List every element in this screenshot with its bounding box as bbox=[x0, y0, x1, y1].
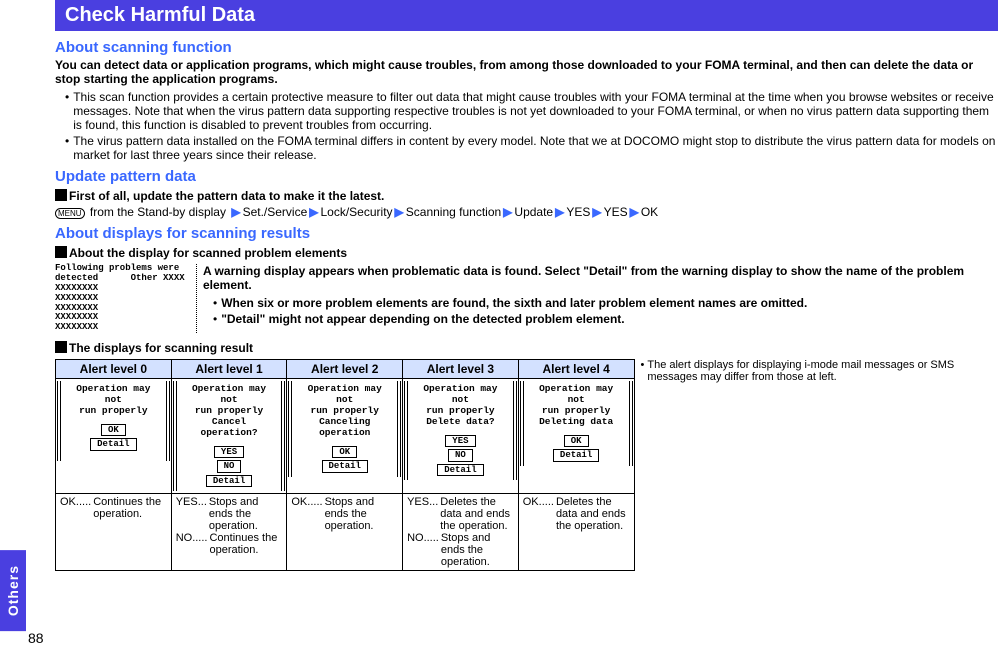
alert-screen-cell: Operation may notrun properlyDeleting da… bbox=[518, 379, 634, 494]
mini-button: Detail bbox=[90, 438, 136, 450]
path-segment: Scanning function bbox=[406, 205, 501, 219]
path-segment: YES bbox=[566, 205, 590, 219]
section-heading-scanning: About scanning function bbox=[55, 39, 998, 56]
section-heading-update: Update pattern data bbox=[55, 168, 998, 185]
mini-button: Detail bbox=[322, 460, 368, 472]
scanning-intro: You can detect data or application progr… bbox=[55, 58, 998, 86]
arrow-icon: ▶ bbox=[555, 205, 564, 219]
path-segment: OK bbox=[641, 205, 658, 219]
mini-screen: Operation may notrun properlyDelete data… bbox=[407, 381, 514, 480]
alert-desc-cell: OK .....Continues the operation. bbox=[56, 493, 172, 570]
table-side-note: • The alert displays for displaying i-mo… bbox=[641, 359, 999, 383]
table-header: Alert level 2 bbox=[287, 360, 403, 379]
arrow-icon: ▶ bbox=[503, 205, 512, 219]
alert-screen-cell: Operation may notrun properlyCanceling o… bbox=[287, 379, 403, 494]
page-title: Check Harmful Data bbox=[55, 0, 998, 31]
warning-bullets: •When six or more problem elements are f… bbox=[213, 296, 998, 326]
warning-description: A warning display appears when problemat… bbox=[203, 264, 998, 292]
mini-button: NO bbox=[217, 460, 242, 472]
desc-row: YES ...Deletes the data and ends the ope… bbox=[407, 496, 514, 532]
arrow-icon: ▶ bbox=[309, 205, 318, 219]
bullet-item: •This scan function provides a certain p… bbox=[65, 90, 998, 132]
mini-button: Detail bbox=[553, 449, 599, 461]
square-bullet-icon: ■ bbox=[55, 189, 67, 201]
desc-row: YES ...Stops and ends the operation. bbox=[176, 496, 283, 532]
path-segment: YES bbox=[604, 205, 628, 219]
bullet-item: •When six or more problem elements are f… bbox=[213, 296, 998, 310]
mini-screen: Operation may notrun properlyOKDetail bbox=[60, 381, 167, 461]
alert-level-table: Alert level 0Alert level 1Alert level 2A… bbox=[55, 359, 635, 571]
scanning-bullets: •This scan function provides a certain p… bbox=[65, 90, 998, 162]
table-header: Alert level 4 bbox=[518, 360, 634, 379]
desc-row: OK .....Deletes the data and ends the op… bbox=[523, 496, 630, 532]
square-bullet-icon: ■ bbox=[55, 341, 67, 353]
displays-subhead-2: The displays for scanning result bbox=[69, 341, 253, 355]
mini-button: YES bbox=[214, 446, 244, 458]
mini-button: OK bbox=[564, 435, 589, 447]
mini-button: Detail bbox=[206, 475, 252, 487]
bullet-item: •"Detail" might not appear depending on … bbox=[213, 312, 998, 326]
bullet-item: •The virus pattern data installed on the… bbox=[65, 134, 998, 162]
alert-desc-cell: OK .....Deletes the data and ends the op… bbox=[518, 493, 634, 570]
table-header: Alert level 1 bbox=[171, 360, 287, 379]
desc-row: OK .....Stops and ends the operation. bbox=[291, 496, 398, 532]
table-header: Alert level 0 bbox=[56, 360, 172, 379]
warning-screen-sample: Following problems were detected Other X… bbox=[55, 264, 197, 333]
arrow-icon: ▶ bbox=[395, 205, 404, 219]
table-header: Alert level 3 bbox=[403, 360, 519, 379]
page-number: 88 bbox=[28, 630, 44, 646]
mini-button: YES bbox=[445, 435, 475, 447]
alert-desc-cell: YES ...Deletes the data and ends the ope… bbox=[403, 493, 519, 570]
side-tab-others: Others bbox=[0, 550, 26, 631]
mini-screen: Operation may notrun properlyDeleting da… bbox=[523, 381, 630, 465]
update-path-row: MENU from the Stand-by display ▶Set./Ser… bbox=[55, 205, 998, 219]
alert-screen-cell: Operation may notrun properlyDelete data… bbox=[403, 379, 519, 494]
mini-button: OK bbox=[332, 446, 357, 458]
alert-screen-cell: Operation may notrun properlyOKDetail bbox=[56, 379, 172, 494]
update-subhead: First of all, update the pattern data to… bbox=[69, 189, 384, 203]
alert-desc-cell: OK .....Stops and ends the operation. bbox=[287, 493, 403, 570]
desc-row: NO .....Stops and ends the operation. bbox=[407, 532, 514, 568]
alert-desc-cell: YES ...Stops and ends the operation.NO .… bbox=[171, 493, 287, 570]
displays-subhead-1: About the display for scanned problem el… bbox=[69, 246, 347, 260]
arrow-icon: ▶ bbox=[231, 205, 240, 219]
arrow-icon: ▶ bbox=[630, 205, 639, 219]
menu-icon: MENU bbox=[55, 208, 85, 219]
square-bullet-icon: ■ bbox=[55, 246, 67, 258]
update-path-prefix: from the Stand-by display bbox=[90, 205, 226, 219]
mini-button: OK bbox=[101, 424, 126, 436]
path-segment: Lock/Security bbox=[321, 205, 393, 219]
section-heading-displays: About displays for scanning results bbox=[55, 225, 998, 242]
mini-screen: Operation may notrun properlyCanceling o… bbox=[291, 381, 398, 476]
desc-row: OK .....Continues the operation. bbox=[60, 496, 167, 520]
alert-screen-cell: Operation may notrun properlyCancel oper… bbox=[171, 379, 287, 494]
path-segment: Update bbox=[514, 205, 553, 219]
mini-button: NO bbox=[448, 449, 473, 461]
side-note-text: The alert displays for displaying i-mode… bbox=[647, 359, 998, 383]
arrow-icon: ▶ bbox=[592, 205, 601, 219]
path-segment: Set./Service bbox=[243, 205, 308, 219]
desc-row: NO .....Continues the operation. bbox=[176, 532, 283, 556]
mini-screen: Operation may notrun properlyCancel oper… bbox=[176, 381, 283, 491]
mini-button: Detail bbox=[437, 464, 483, 476]
